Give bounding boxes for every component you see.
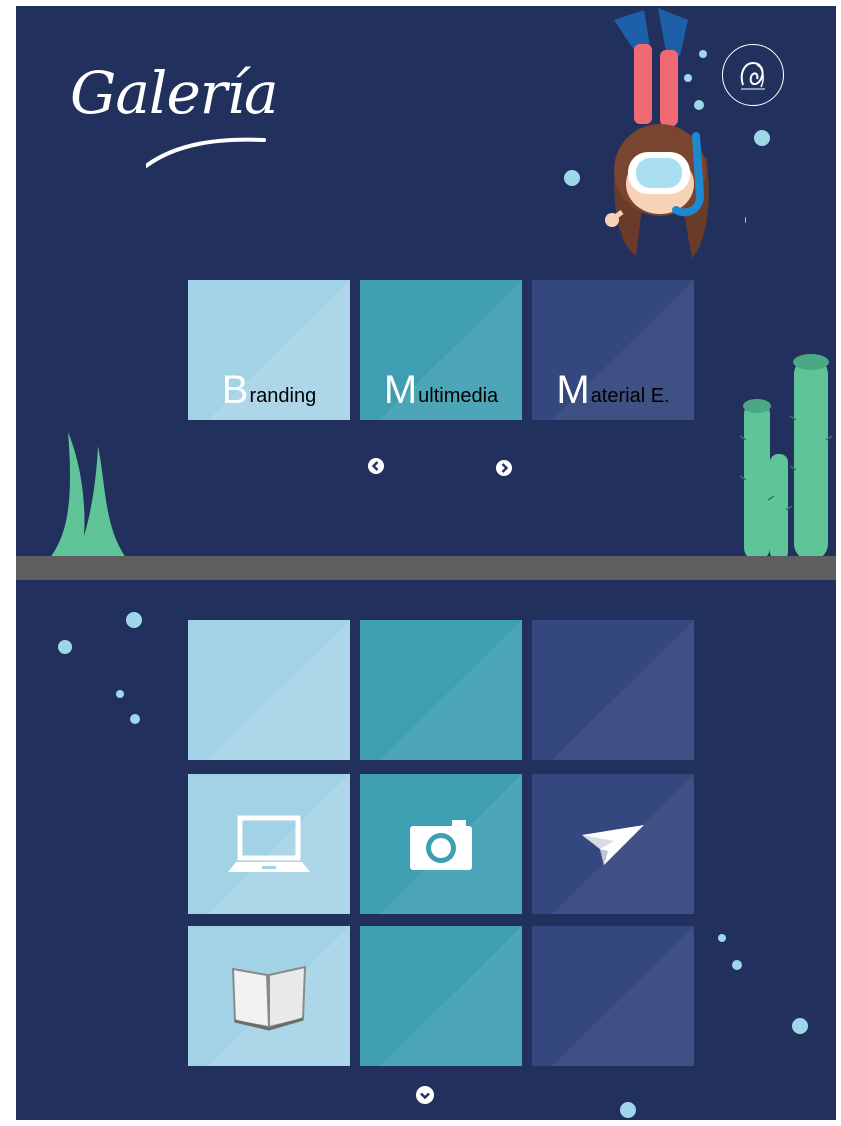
bubble (732, 960, 742, 970)
bubble (116, 690, 124, 698)
category-label: Multimedia (383, 368, 499, 412)
gallery-tile-camera[interactable] (360, 774, 522, 914)
gallery-tile[interactable] (360, 926, 522, 1066)
gallery-tile[interactable] (360, 620, 522, 760)
category-tile-multimedia[interactable]: Multimedia (360, 280, 522, 420)
bubble (792, 1018, 808, 1034)
page-title: Galería (70, 59, 279, 127)
gallery-tile[interactable] (532, 620, 694, 760)
gallery-tile-paper-plane[interactable] (532, 774, 694, 914)
bubble (126, 612, 142, 628)
bubble (564, 170, 580, 186)
gallery-tile[interactable] (532, 926, 694, 1066)
book-icon (188, 926, 350, 1066)
gallery-tile-laptop[interactable] (188, 774, 350, 914)
laptop-icon (188, 774, 350, 914)
category-label: Branding (221, 368, 317, 412)
seaweed-left-illustration (50, 432, 126, 558)
gallery-tile[interactable] (188, 620, 350, 760)
category-label: Material E. (556, 368, 670, 412)
bubble (58, 640, 72, 654)
chevron-right-icon[interactable] (496, 460, 512, 476)
chevron-down-icon[interactable] (416, 1086, 434, 1104)
ground-divider (16, 556, 836, 580)
coral-right-illustration (739, 354, 833, 560)
bubble (699, 50, 707, 58)
gallery-page: Galería B randing M ultimedia M aterial … (16, 6, 836, 1120)
diver-illustration (605, 8, 746, 258)
bubble (718, 934, 726, 942)
bubble (754, 130, 770, 146)
camera-icon (360, 774, 522, 914)
chevron-left-icon[interactable] (368, 458, 384, 474)
bubble (694, 100, 704, 110)
bubble (130, 714, 140, 724)
paper-plane-icon (532, 774, 694, 914)
title-swash-decoration (146, 137, 266, 168)
bubble (684, 74, 692, 82)
gallery-tile-book[interactable] (188, 926, 350, 1066)
bubble (620, 1102, 636, 1118)
category-tile-branding[interactable]: Branding (188, 280, 350, 420)
category-tile-material[interactable]: Material E. (532, 280, 694, 420)
